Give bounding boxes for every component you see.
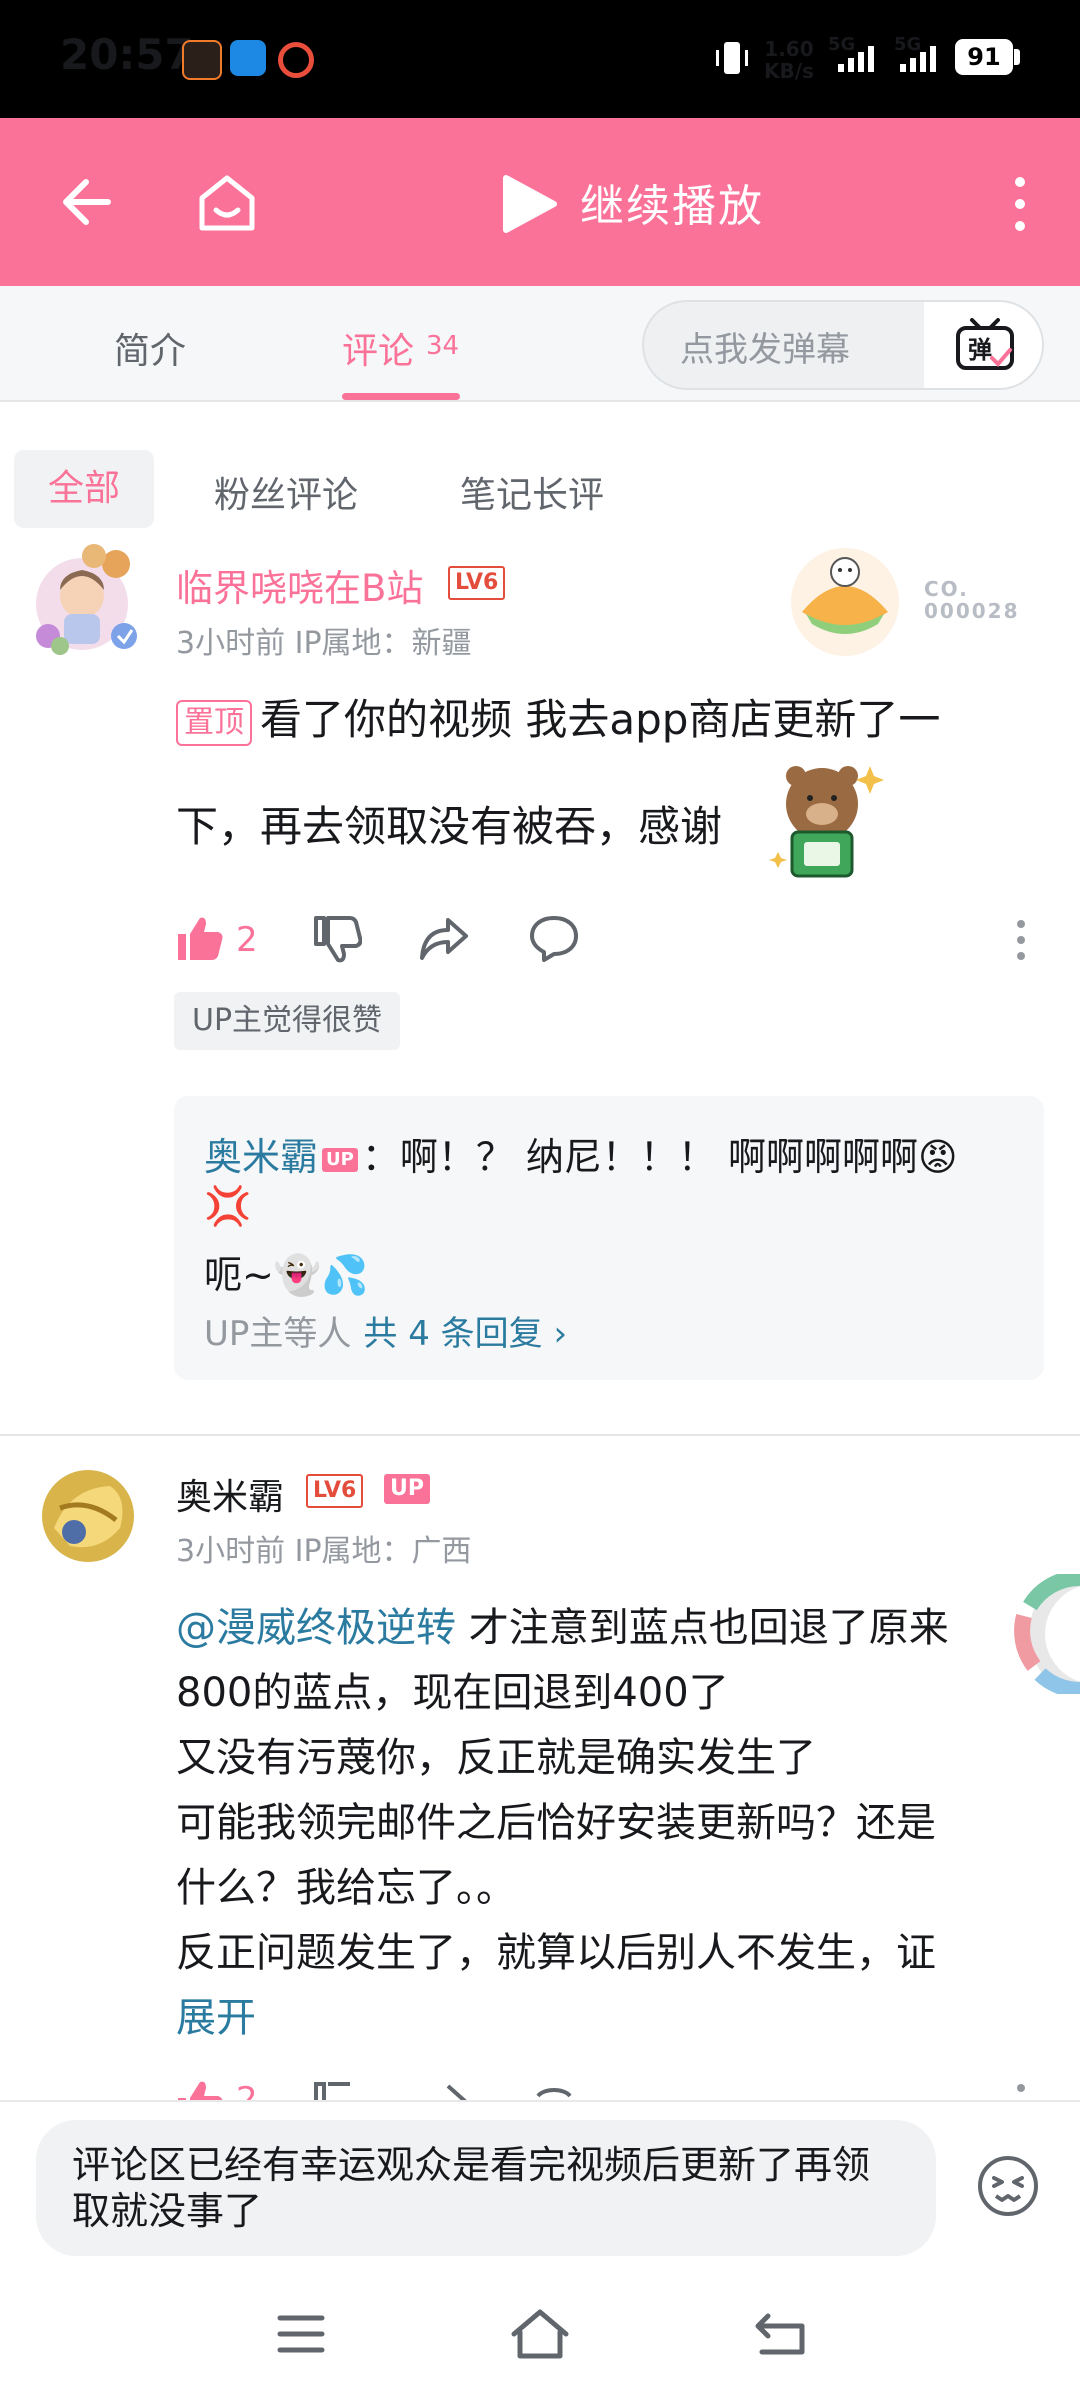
comment-text-segment: 才注意到蓝点也回退了原来 bbox=[456, 1605, 949, 1651]
notification-app-icon bbox=[182, 40, 222, 80]
comment-text-line: 又没有污蔑你，反正就是确实发生了 bbox=[176, 1735, 816, 1781]
comment-username[interactable]: 奥米霸 bbox=[176, 1468, 284, 1520]
comment-text-line2: 下，再去领取没有被吞，感谢 bbox=[176, 802, 723, 851]
vibrate-icon bbox=[716, 42, 748, 74]
like-icon[interactable] bbox=[174, 2078, 224, 2100]
danmaku-placeholder: 点我发弹幕 bbox=[680, 330, 850, 370]
signal-icon bbox=[838, 46, 874, 72]
comment-text-line: 800的蓝点，现在回退到400了 bbox=[176, 1670, 729, 1716]
danmaku-input[interactable]: 点我发弹幕 弹 bbox=[642, 300, 1044, 390]
back-arrow-icon[interactable] bbox=[56, 174, 112, 230]
comment-text: @漫威终极逆转 才注意到蓝点也回退了原来 800的蓝点，现在回退到400了 又没… bbox=[176, 1596, 1056, 2051]
comment-input-text: 评论区已经有幸运观众是看完视频后更新了再领取就没事了 bbox=[72, 2143, 871, 2233]
comment-text-line: @漫威终极逆转 才注意到蓝点也回退了原来 bbox=[176, 1596, 1056, 1661]
battery-indicator: 91 bbox=[955, 39, 1013, 75]
network-speed-unit: KB/s bbox=[764, 59, 814, 83]
reply-summary-label: UP主等人 bbox=[204, 1314, 352, 1354]
pinned-tag: 置顶 bbox=[176, 699, 252, 746]
expand-link[interactable]: 展开 bbox=[176, 1986, 1056, 2051]
home-icon[interactable] bbox=[194, 170, 260, 236]
emoji-icon[interactable] bbox=[976, 2154, 1040, 2218]
bear-sticker-icon bbox=[769, 766, 884, 878]
view-replies-link[interactable]: 共 4 条回复 › bbox=[363, 1314, 567, 1354]
up-badge: UP bbox=[322, 1147, 358, 1172]
comment-text: 置顶 看了你的视频 我去app商店更新了一 下，再去领取没有被吞，感谢 bbox=[176, 680, 1036, 894]
mention-link[interactable]: @漫威终极逆转 bbox=[176, 1605, 456, 1651]
menu-icon[interactable] bbox=[276, 2312, 326, 2356]
notification-app-icon bbox=[278, 42, 314, 78]
danmaku-button-label: 弹 bbox=[968, 336, 992, 364]
comment-text-line1: 看了你的视频 我去app商店更新了一 bbox=[260, 695, 941, 744]
comment-text-line: 什么？我给忘了。。 bbox=[176, 1865, 516, 1911]
comment-text-line: 置顶 看了你的视频 我去app商店更新了一 bbox=[176, 680, 1036, 760]
reply-text-line: 奥米霸 UP ：啊！？ 纳尼！！！ 啊啊啊啊啊😡 bbox=[204, 1126, 958, 1181]
up-badge: UP bbox=[384, 1474, 430, 1504]
network-speed: 1.60 KB/s bbox=[764, 38, 814, 82]
fan-card-number: CO. 000028 bbox=[924, 577, 1020, 623]
comment-more-icon[interactable] bbox=[1014, 918, 1028, 962]
tab-active-indicator bbox=[342, 393, 460, 400]
dislike-icon[interactable] bbox=[312, 914, 362, 964]
system-back-icon[interactable] bbox=[752, 2310, 808, 2358]
fan-medal-icon[interactable] bbox=[782, 540, 908, 660]
reply-icon[interactable] bbox=[528, 2082, 580, 2100]
comment-divider bbox=[0, 1434, 1080, 1436]
like-count: 2 bbox=[236, 2080, 258, 2100]
reply-text-line2: 呃~👻💦 bbox=[204, 1253, 369, 1297]
comment-actions-partial: 2 bbox=[174, 2078, 1034, 2100]
floating-widget-icon[interactable] bbox=[1010, 1574, 1080, 1694]
avatar[interactable] bbox=[20, 540, 140, 660]
signal-icon bbox=[900, 46, 936, 72]
tab-comments[interactable]: 评论 bbox=[342, 322, 414, 374]
up-liked-tag: UP主觉得很赞 bbox=[174, 992, 401, 1050]
more-vertical-icon[interactable] bbox=[1010, 174, 1030, 234]
dislike-icon[interactable] bbox=[312, 2080, 362, 2100]
battery-cap bbox=[1014, 49, 1020, 65]
comment-more-icon[interactable] bbox=[1014, 2082, 1028, 2100]
level-badge: LV6 bbox=[448, 566, 506, 600]
reply-text: ：啊！？ 纳尼！！！ 啊啊啊啊啊😡 bbox=[361, 1135, 958, 1179]
like-count: 2 bbox=[236, 920, 258, 960]
notification-app-icon bbox=[230, 40, 266, 76]
avatar-image bbox=[36, 544, 137, 655]
comment-input[interactable]: 评论区已经有幸运观众是看完视频后更新了再领取就没事了 bbox=[36, 2120, 936, 2256]
filter-long-notes[interactable]: 笔记长评 bbox=[460, 466, 604, 518]
danmaku-toggle-button[interactable]: 弹 bbox=[924, 302, 1042, 388]
play-icon[interactable] bbox=[500, 172, 560, 236]
status-clock: 20:57 bbox=[60, 30, 194, 79]
like-icon[interactable] bbox=[174, 914, 224, 962]
share-icon[interactable] bbox=[418, 2082, 470, 2100]
filter-all[interactable]: 全部 bbox=[14, 450, 154, 528]
comment-text-line: 下，再去领取没有被吞，感谢 bbox=[176, 760, 1036, 894]
continue-play-label[interactable]: 继续播放 bbox=[580, 170, 764, 234]
system-home-icon[interactable] bbox=[508, 2306, 572, 2362]
reply-summary: UP主等人共 4 条回复 › bbox=[204, 1306, 567, 1355]
comment-text-line: 可能我领完邮件之后恰好安装更新吗？还是 bbox=[176, 1800, 936, 1846]
comment-meta: 3小时前 IP属地：广西 bbox=[176, 1534, 472, 1569]
reply-author[interactable]: 奥米霸 bbox=[204, 1135, 318, 1179]
filter-fan-comments[interactable]: 粉丝评论 bbox=[214, 466, 358, 518]
share-icon[interactable] bbox=[418, 916, 470, 962]
reply-preview[interactable]: 奥米霸 UP ：啊！？ 纳尼！！！ 啊啊啊啊啊😡 💢 呃~👻💦 UP主等人共 4 条… bbox=[174, 1096, 1044, 1380]
level-badge: LV6 bbox=[306, 1474, 364, 1508]
comment-text-line: 反正问题发生了，就算以后别人不发生，证 bbox=[176, 1930, 936, 1976]
avatar-image bbox=[42, 1470, 134, 1562]
expand-label[interactable]: 展开 bbox=[176, 1995, 256, 2041]
comment-meta: 3小时前 IP属地：新疆 bbox=[176, 626, 472, 661]
reply-text-overflow: 💢 bbox=[204, 1184, 252, 1228]
tab-intro[interactable]: 简介 bbox=[114, 322, 186, 374]
tab-comments-count: 34 bbox=[426, 331, 460, 361]
comment-username[interactable]: 临界哓哓在B站 bbox=[176, 558, 423, 612]
network-speed-value: 1.60 bbox=[764, 37, 814, 61]
reply-icon[interactable] bbox=[528, 914, 580, 962]
avatar[interactable] bbox=[40, 1468, 136, 1564]
